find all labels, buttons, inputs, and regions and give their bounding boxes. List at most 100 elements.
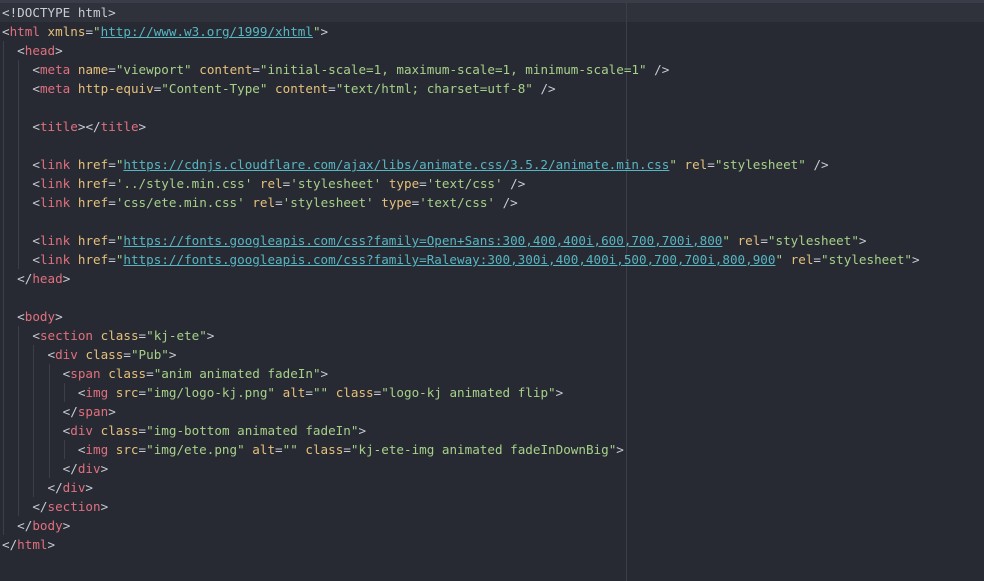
code-editor[interactable]: <!DOCTYPE html> <html xmlns="http://www.w… — [0, 0, 984, 581]
code-line[interactable]: <body> — [2, 307, 920, 326]
code-line[interactable]: <!DOCTYPE html> — [2, 3, 920, 22]
code-line[interactable]: <title></title> — [2, 117, 920, 136]
code-token: < — [47, 347, 56, 362]
code-token: /> — [805, 157, 829, 172]
code-token: "Content-Type" — [161, 81, 268, 96]
code-token: "kj-ete-img animated fadeInDownBig" — [350, 442, 617, 457]
code-line[interactable]: <link href='css/ete.min.css' rel='styles… — [2, 193, 920, 212]
code-line[interactable] — [2, 136, 920, 155]
code-token: < — [32, 252, 40, 267]
code-token: " — [722, 233, 730, 248]
code-line[interactable]: <html xmlns="http://www.w3.org/1999/xhtm… — [2, 22, 920, 41]
code-line[interactable]: <meta name="viewport" content="initial-s… — [2, 60, 920, 79]
code-line[interactable]: <head> — [2, 41, 920, 60]
code-line[interactable]: </div> — [2, 478, 920, 497]
code-token: html — [9, 24, 40, 39]
code-line[interactable]: <section class="kj-ete"> — [2, 326, 920, 345]
code-link[interactable]: https://cdnjs.cloudflare.com/ajax/libs/a… — [123, 157, 669, 172]
code-token: > — [55, 309, 63, 324]
code-token: href — [77, 157, 109, 172]
code-token: span — [70, 366, 101, 381]
code-token: </ — [2, 537, 18, 552]
code-area[interactable]: <!DOCTYPE html> <html xmlns="http://www.w… — [2, 3, 920, 554]
code-token: href — [77, 195, 109, 210]
code-line[interactable]: <div class="Pub"> — [2, 345, 920, 364]
code-line[interactable] — [2, 98, 920, 117]
code-line[interactable]: <span class="anim animated fadeIn"> — [2, 364, 920, 383]
code-token: head — [32, 271, 63, 286]
code-token: meta — [39, 81, 71, 96]
code-token: = — [108, 233, 116, 248]
code-token: 'css/ete.min.css' — [115, 195, 245, 210]
code-token: "stylesheet" — [714, 157, 806, 172]
code-line[interactable] — [2, 288, 920, 307]
code-token: href — [77, 252, 109, 267]
code-line[interactable]: </body> — [2, 516, 920, 535]
code-line[interactable]: <img src="img/ete.png" alt="" class="kj-… — [2, 440, 920, 459]
code-token: rel — [252, 195, 276, 210]
code-line[interactable]: <meta http-equiv="Content-Type" content=… — [2, 79, 920, 98]
code-line[interactable]: <link href='../style.min.css' rel='style… — [2, 174, 920, 193]
code-token: > — [168, 347, 177, 362]
code-line[interactable]: <link href="https://fonts.googleapis.com… — [2, 250, 920, 269]
code-token: class — [305, 442, 344, 457]
code-token: div — [70, 423, 94, 438]
code-token: > — [912, 252, 920, 267]
code-token: > — [616, 442, 624, 457]
code-token: "" — [312, 385, 329, 400]
code-line[interactable] — [2, 212, 920, 231]
code-token: span — [77, 404, 109, 419]
code-token: > — [206, 328, 215, 343]
code-line[interactable]: <img src="img/logo-kj.png" alt="" class=… — [2, 383, 920, 402]
code-token: = — [146, 366, 154, 381]
code-line[interactable]: <link href="https://cdnjs.cloudflare.com… — [2, 155, 920, 174]
code-token: <!DOCTYPE html> — [2, 5, 116, 20]
code-token: = — [108, 62, 116, 77]
code-line[interactable]: </section> — [2, 497, 920, 516]
code-token: content — [199, 62, 253, 77]
code-token: "img-bottom animated fadeIn" — [146, 423, 359, 438]
code-token: < — [32, 195, 40, 210]
code-link[interactable]: http://www.w3.org/1999/xhtml — [101, 24, 313, 39]
code-token: = — [275, 195, 283, 210]
code-line[interactable]: </head> — [2, 269, 920, 288]
code-token: = — [138, 385, 147, 400]
code-line[interactable]: </html> — [2, 535, 920, 554]
code-line[interactable]: <div class="img-bottom animated fadeIn"> — [2, 421, 920, 440]
code-line[interactable]: </span> — [2, 402, 920, 421]
code-token: = — [813, 252, 821, 267]
code-token: img — [85, 442, 109, 457]
code-token: = — [138, 442, 147, 457]
code-token: 'stylesheet' — [290, 176, 382, 191]
code-token: src — [115, 442, 139, 457]
code-token: class — [100, 328, 139, 343]
code-token: < — [32, 176, 40, 191]
code-token: " — [312, 24, 321, 39]
code-token: = — [760, 233, 768, 248]
code-token: rel — [259, 176, 283, 191]
code-token: section — [47, 499, 101, 514]
code-token: xmlns — [47, 24, 86, 39]
code-token: html — [17, 537, 48, 552]
code-line[interactable]: </div> — [2, 459, 920, 478]
code-line[interactable]: <link href="https://fonts.googleapis.com… — [2, 231, 920, 250]
code-token: " — [669, 157, 677, 172]
code-link[interactable]: https://fonts.googleapis.com/css?family=… — [123, 252, 775, 267]
code-token: "Pub" — [130, 347, 169, 362]
code-token: 'text/css' — [419, 195, 496, 210]
code-token: class — [100, 423, 139, 438]
code-link[interactable]: https://fonts.googleapis.com/css?family=… — [123, 233, 722, 248]
